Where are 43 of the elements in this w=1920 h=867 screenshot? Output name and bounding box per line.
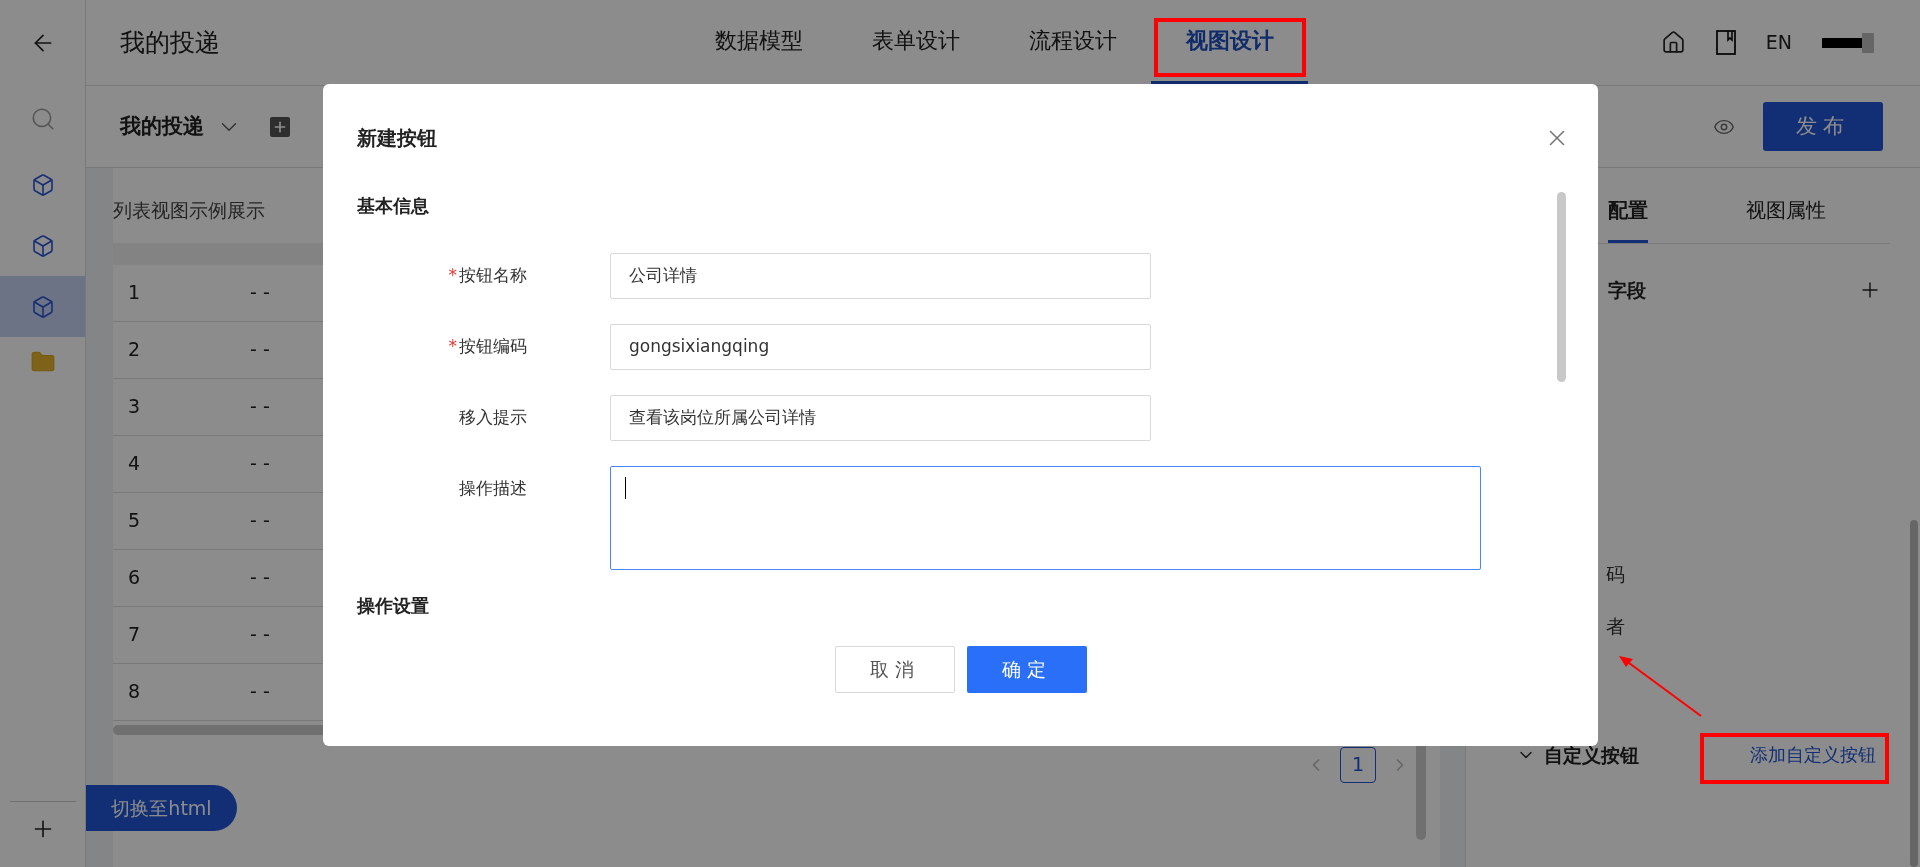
preview-caption: 列表视图示例展示: [113, 198, 265, 223]
required-asterisk: *: [448, 335, 457, 359]
table-cell-text: - -: [250, 394, 270, 420]
cancel-button[interactable]: 取消: [834, 646, 955, 693]
table-cell-text: 1: [128, 280, 142, 306]
input-field[interactable]: 公司详情: [610, 253, 1151, 299]
table-cell-text: - -: [250, 280, 270, 306]
table-cell-text: - -: [250, 451, 270, 477]
view-name[interactable]: 我的投递: [120, 110, 204, 143]
input-field[interactable]: gongsixiangqing: [610, 324, 1151, 370]
field-label: 移入提示: [459, 406, 527, 430]
field-label: 按钮编码: [459, 335, 527, 359]
field-label: 按钮名称: [459, 264, 527, 288]
table-cell-text: 4: [128, 451, 142, 477]
table-cell-text: 2: [128, 337, 142, 363]
table-cell-text: - -: [250, 622, 270, 648]
language-link[interactable]: EN: [1765, 28, 1792, 57]
table-cell-text: - -: [250, 337, 270, 363]
page-title: 我的投递: [120, 26, 221, 59]
publish-button[interactable]: 发布: [1763, 102, 1883, 151]
field-item[interactable]: 者: [1606, 612, 1625, 641]
section-heading: 基本信息: [357, 194, 430, 218]
table-cell-text: 7: [128, 622, 142, 648]
input-field[interactable]: 查看该岗位所属公司详情: [610, 395, 1151, 441]
table-cell-text: - -: [250, 508, 270, 534]
panel-tab[interactable]: 配置: [1608, 180, 1648, 243]
add-custom-button-link[interactable]: 添加自定义按钮: [1750, 741, 1876, 769]
section-heading: 操作设置: [357, 594, 430, 618]
section-title: 字段: [1608, 278, 1646, 303]
table-cell-text: - -: [250, 565, 270, 591]
table-cell-text: 8: [128, 679, 142, 705]
required-asterisk: *: [448, 264, 457, 288]
table-cell-text: - -: [250, 679, 270, 705]
panel-tab[interactable]: 视图属性: [1746, 180, 1826, 243]
section-title: 自定义按钮: [1544, 742, 1639, 768]
switch-to-html-button[interactable]: 切换至html: [86, 785, 237, 831]
confirm-button[interactable]: 确定: [966, 646, 1087, 693]
dialog-title: 新建按钮: [357, 125, 437, 152]
table-cell-text: 5: [128, 508, 142, 534]
table-cell-text: 6: [128, 565, 142, 591]
field-item[interactable]: 码: [1606, 559, 1625, 588]
table-cell-text: 3: [128, 394, 142, 420]
field-label: 操作描述: [459, 477, 527, 501]
